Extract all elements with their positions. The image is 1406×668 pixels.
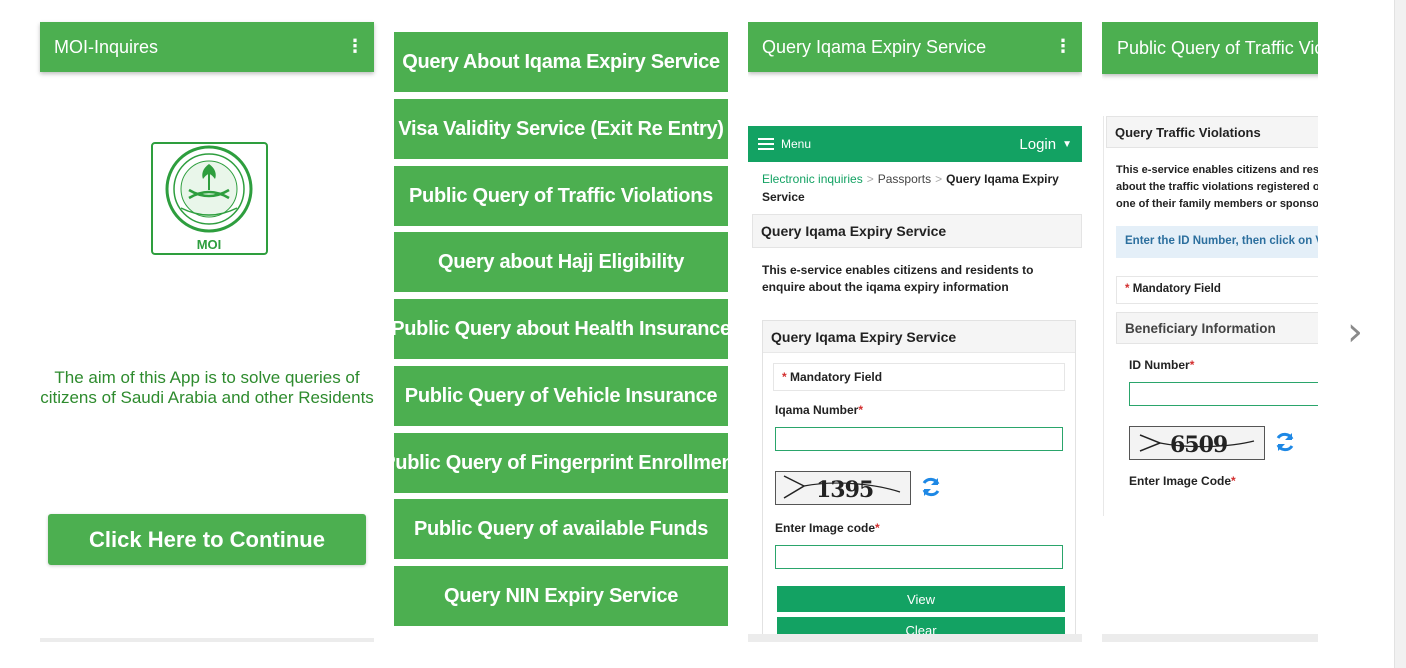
- hamburger-icon[interactable]: [758, 138, 774, 150]
- screen-home: MOI-Inquires ⋮ MOI The aim of this App i…: [40, 22, 374, 642]
- service-button[interactable]: Public Query of Vehicle Insurance: [394, 366, 728, 426]
- screen-bottom-edge: [40, 638, 374, 642]
- service-button[interactable]: Public Query of available Funds: [394, 499, 728, 559]
- screen-bottom-edge: [748, 634, 1082, 642]
- screen-title: Public Query of Traffic Violations: [1117, 37, 1318, 58]
- breadcrumb-separator: >: [866, 172, 874, 186]
- content-edge: [1103, 116, 1104, 516]
- scrollbar[interactable]: [1394, 0, 1406, 668]
- query-form-card: Query Iqama Expiry Service * Mandatory F…: [762, 320, 1076, 642]
- kebab-menu-icon[interactable]: ⋮: [346, 38, 364, 56]
- beneficiary-header: Beneficiary Information: [1116, 312, 1318, 344]
- image-code-input[interactable]: [775, 545, 1063, 569]
- captcha-code: 6509: [1170, 432, 1228, 458]
- service-button[interactable]: Public Query about Health Insurance: [394, 299, 728, 359]
- refresh-icon[interactable]: [919, 475, 943, 499]
- image-code-label: Enter Image Code*: [1129, 474, 1236, 488]
- section-title: Query Iqama Expiry Service: [752, 214, 1082, 248]
- mandatory-note: * Mandatory Field: [773, 363, 1065, 391]
- screen-iqama-query: Query Iqama Expiry Service ⋮ Menu Login …: [748, 22, 1082, 642]
- breadcrumb-passports[interactable]: Passports: [878, 172, 931, 186]
- caret-down-icon: ▼: [1062, 138, 1072, 150]
- breadcrumb: Electronic inquiries > Passports > Query Iqa…: [762, 170, 1074, 206]
- app-title: MOI-Inquires: [54, 36, 159, 57]
- id-number-label: ID Number*: [1129, 358, 1195, 372]
- captcha-code: 1395: [816, 477, 874, 503]
- id-number-input[interactable]: [1129, 382, 1318, 406]
- screen-traffic-violations: Public Query of Traffic Violations Query…: [1102, 22, 1318, 642]
- required-asterisk: *: [1189, 358, 1195, 372]
- captcha-image: 1395: [775, 471, 911, 505]
- service-button[interactable]: Query about Hajj Eligibility: [394, 232, 728, 292]
- required-asterisk: *: [782, 370, 787, 384]
- service-description: This e-service enables citizens and resi…: [1116, 164, 1318, 210]
- required-asterisk: *: [858, 403, 864, 417]
- required-asterisk: *: [1125, 283, 1130, 295]
- app-bar: Public Query of Traffic Violations: [1102, 22, 1318, 74]
- web-navbar: Menu Login ▼: [748, 126, 1082, 162]
- mandatory-label: Mandatory Field: [1132, 283, 1221, 295]
- required-asterisk: *: [1231, 474, 1236, 488]
- info-message: Enter the ID Number, then click on View: [1116, 226, 1318, 258]
- app-bar: MOI-Inquires ⋮: [40, 22, 374, 72]
- screen-bottom-edge: [1102, 634, 1318, 642]
- iqama-number-label: Iqama Number*: [775, 403, 864, 417]
- kebab-menu-icon[interactable]: ⋮: [1054, 38, 1072, 56]
- service-button[interactable]: Public Query of Fingerprint Enrollment: [394, 433, 728, 493]
- iqama-number-input[interactable]: [775, 427, 1063, 451]
- aim-text: The aim of this App is to solve queries …: [40, 368, 374, 407]
- service-description: This e-service enables citizens and resi…: [762, 263, 1034, 294]
- screenshot-gallery: MOI-Inquires ⋮ MOI The aim of this App i…: [0, 0, 1406, 668]
- image-code-label: Enter Image code*: [775, 521, 880, 535]
- logo-text: MOI: [197, 237, 222, 252]
- view-button[interactable]: View: [777, 586, 1065, 612]
- service-button[interactable]: Query About Iqama Expiry Service: [394, 32, 728, 92]
- service-button[interactable]: Public Query of Traffic Violations: [394, 166, 728, 226]
- breadcrumb-electronic-inquiries[interactable]: Electronic inquiries: [762, 172, 863, 186]
- login-label: Login: [1019, 135, 1057, 153]
- required-asterisk: *: [875, 521, 880, 535]
- captcha-image: 6509: [1129, 426, 1265, 460]
- screen-services-menu: Query About Iqama Expiry Service Visa Va…: [394, 32, 728, 626]
- moi-logo: MOI: [151, 142, 268, 255]
- refresh-icon[interactable]: [1273, 430, 1297, 454]
- screen-title: Query Iqama Expiry Service: [762, 36, 987, 57]
- service-button[interactable]: Visa Validity Service (Exit Re Entry): [394, 99, 728, 159]
- mandatory-note: * Mandatory Field: [1116, 276, 1318, 304]
- chevron-right-icon[interactable]: ›: [1340, 310, 1370, 354]
- app-bar: Query Iqama Expiry Service ⋮: [748, 22, 1082, 72]
- login-dropdown[interactable]: Login ▼: [1019, 136, 1072, 153]
- breadcrumb-separator: >: [935, 172, 943, 186]
- form-title: Query Iqama Expiry Service: [763, 321, 1075, 353]
- mandatory-label: Mandatory Field: [790, 370, 883, 384]
- continue-button[interactable]: Click Here to Continue: [48, 514, 366, 565]
- nav-menu-link[interactable]: Menu: [781, 137, 1019, 151]
- service-button[interactable]: Query NIN Expiry Service: [394, 566, 728, 626]
- section-title: Query Traffic Violations: [1106, 116, 1318, 148]
